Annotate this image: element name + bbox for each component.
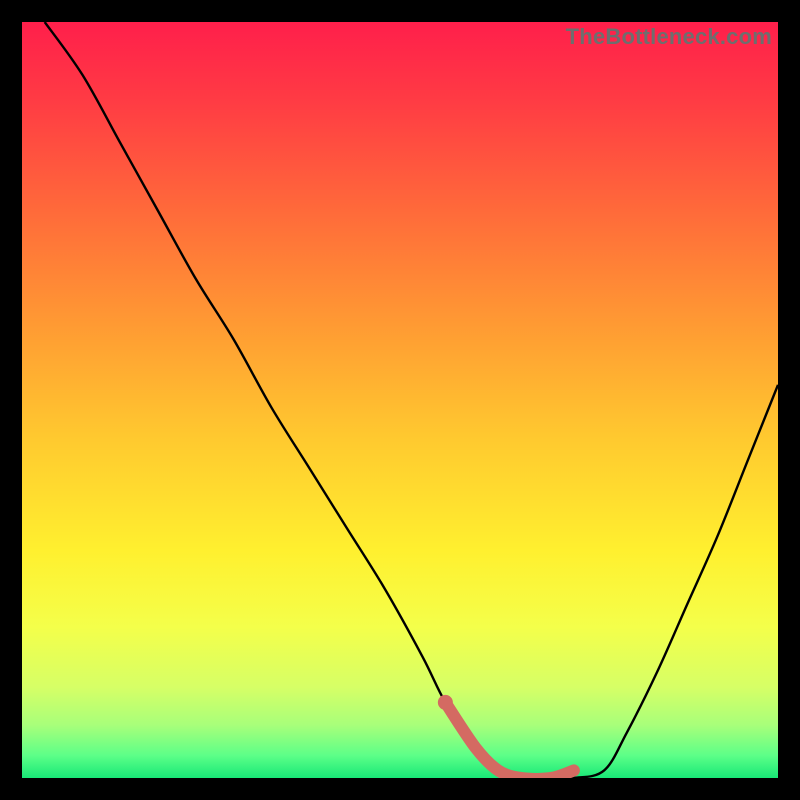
plot-area: TheBottleneck.com xyxy=(22,22,778,778)
chart-frame: TheBottleneck.com xyxy=(22,22,778,778)
highlight-segment xyxy=(445,702,574,778)
highlight-start-dot xyxy=(438,695,453,710)
chart-svg xyxy=(22,22,778,778)
watermark-text: TheBottleneck.com xyxy=(566,24,772,50)
bottleneck-curve xyxy=(45,22,778,778)
